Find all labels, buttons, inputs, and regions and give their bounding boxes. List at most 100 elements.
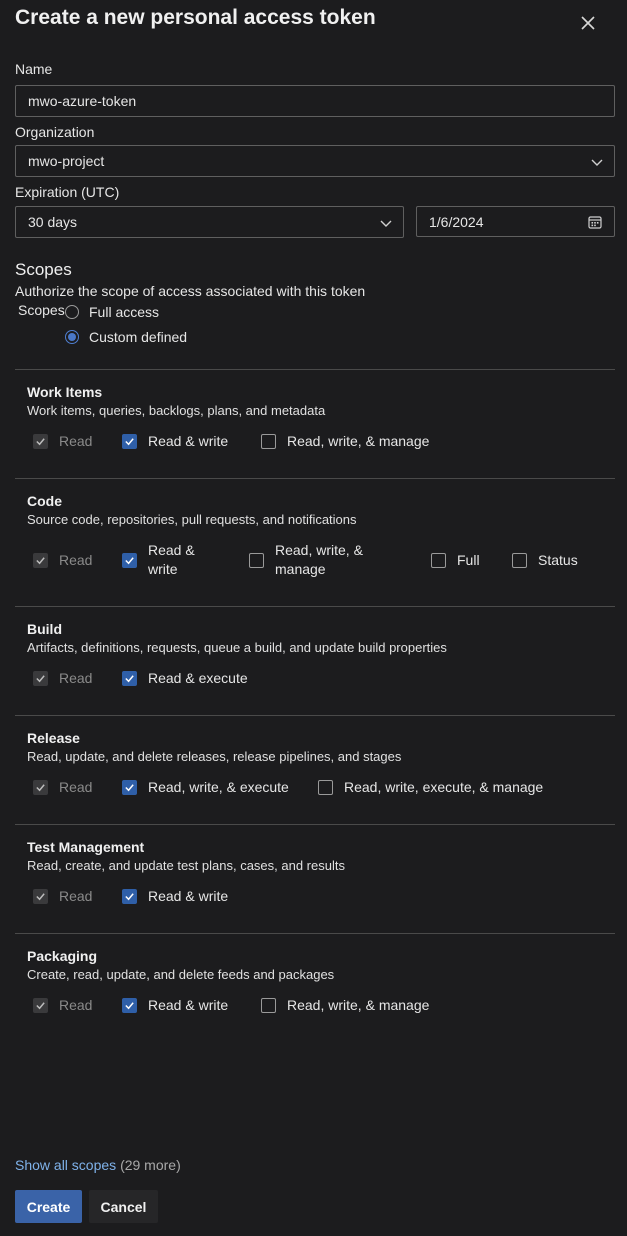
checkbox-unchecked-icon[interactable] bbox=[261, 998, 276, 1013]
custom-defined-radio[interactable]: Custom defined bbox=[65, 329, 187, 345]
create-button[interactable]: Create bbox=[15, 1190, 82, 1223]
option-label: Status bbox=[538, 552, 578, 568]
option-label-line: Read & bbox=[148, 542, 195, 558]
option-label: Read, write, & execute bbox=[148, 779, 289, 795]
checkbox-unchecked-icon[interactable] bbox=[512, 553, 527, 568]
option-label: Read, write, & manage bbox=[287, 433, 430, 449]
option-label: Read, write, & manage bbox=[275, 541, 363, 579]
organization-value: mwo-project bbox=[28, 153, 105, 169]
name-input[interactable]: mwo-azure-token bbox=[15, 85, 615, 117]
release-description: Read, update, and delete releases, relea… bbox=[27, 749, 402, 764]
packaging-read-checkbox: Read bbox=[33, 996, 92, 1015]
option-label: Read & write bbox=[148, 433, 229, 449]
name-label: Name bbox=[15, 61, 53, 77]
option-label: Read bbox=[59, 433, 93, 449]
checkbox-checked-icon[interactable] bbox=[122, 780, 137, 795]
checkbox-checked-icon bbox=[33, 553, 48, 568]
option-label-line: write bbox=[148, 561, 178, 577]
release-title: Release bbox=[27, 730, 80, 746]
dialog-title: Create a new personal access token bbox=[15, 6, 376, 29]
option-label: Read bbox=[59, 997, 93, 1013]
code-read-write-checkbox[interactable]: Read & write bbox=[122, 541, 195, 579]
option-label: Read, write, & manage bbox=[287, 997, 430, 1013]
test-read-checkbox: Read bbox=[33, 887, 92, 906]
radio-checked-icon[interactable] bbox=[65, 330, 79, 344]
option-label: Read & write bbox=[148, 997, 229, 1013]
work-items-description: Work items, queries, backlogs, plans, an… bbox=[27, 403, 326, 418]
option-label: Read & write bbox=[148, 888, 229, 904]
build-read-checkbox: Read bbox=[33, 669, 92, 688]
code-read-checkbox: Read bbox=[33, 551, 92, 570]
test-management-description: Read, create, and update test plans, cas… bbox=[27, 858, 345, 873]
expiration-label: Expiration (UTC) bbox=[15, 184, 120, 200]
checkbox-checked-icon bbox=[33, 998, 48, 1013]
scopes-radio-label: Scopes bbox=[18, 302, 65, 318]
custom-defined-label: Custom defined bbox=[89, 329, 188, 345]
chevron-down-icon bbox=[591, 159, 603, 166]
option-label: Read, write, execute, & manage bbox=[344, 779, 544, 795]
option-label: Read & execute bbox=[148, 670, 248, 686]
work-items-read-checkbox: Read bbox=[33, 432, 92, 451]
expiration-value: 30 days bbox=[28, 214, 78, 230]
radio-unchecked-icon[interactable] bbox=[65, 305, 79, 319]
checkbox-unchecked-icon[interactable] bbox=[318, 780, 333, 795]
build-read-execute-checkbox[interactable]: Read & execute bbox=[122, 669, 248, 688]
calendar-icon[interactable] bbox=[588, 215, 602, 229]
release-manage-checkbox[interactable]: Read, write, execute, & manage bbox=[318, 778, 543, 797]
section-divider bbox=[15, 606, 615, 607]
checkbox-checked-icon bbox=[33, 889, 48, 904]
expiration-date-value: 1/6/2024 bbox=[429, 214, 484, 230]
code-status-checkbox[interactable]: Status bbox=[512, 551, 578, 570]
option-label: Read & write bbox=[148, 541, 195, 579]
option-label-line: Read, write, & bbox=[275, 542, 363, 558]
cancel-button[interactable]: Cancel bbox=[89, 1190, 158, 1223]
checkbox-checked-icon[interactable] bbox=[122, 434, 137, 449]
checkbox-checked-icon[interactable] bbox=[122, 671, 137, 686]
code-manage-checkbox[interactable]: Read, write, & manage bbox=[249, 541, 363, 579]
checkbox-unchecked-icon[interactable] bbox=[431, 553, 446, 568]
option-label: Read bbox=[59, 779, 93, 795]
organization-label: Organization bbox=[15, 124, 95, 140]
packaging-manage-checkbox[interactable]: Read, write, & manage bbox=[261, 996, 429, 1015]
section-divider bbox=[15, 824, 615, 825]
work-items-read-write-checkbox[interactable]: Read & write bbox=[122, 432, 228, 451]
checkbox-checked-icon bbox=[33, 671, 48, 686]
code-full-checkbox[interactable]: Full bbox=[431, 551, 480, 570]
checkbox-unchecked-icon[interactable] bbox=[249, 552, 264, 568]
full-access-label: Full access bbox=[89, 304, 160, 320]
packaging-read-write-checkbox[interactable]: Read & write bbox=[122, 996, 228, 1015]
test-read-write-checkbox[interactable]: Read & write bbox=[122, 887, 228, 906]
checkbox-checked-icon[interactable] bbox=[122, 889, 137, 904]
option-label: Full bbox=[457, 552, 480, 568]
scopes-heading: Scopes bbox=[15, 260, 72, 279]
option-label: Read bbox=[59, 552, 93, 568]
option-label: Read bbox=[59, 888, 93, 904]
checkbox-checked-icon[interactable] bbox=[122, 998, 137, 1013]
build-description: Artifacts, definitions, requests, queue … bbox=[27, 640, 447, 655]
test-management-title: Test Management bbox=[27, 839, 145, 855]
checkbox-checked-icon bbox=[33, 780, 48, 795]
organization-select[interactable]: mwo-project bbox=[15, 145, 615, 177]
build-title: Build bbox=[27, 621, 62, 637]
checkbox-unchecked-icon[interactable] bbox=[261, 434, 276, 449]
work-items-manage-checkbox[interactable]: Read, write, & manage bbox=[261, 432, 429, 451]
more-count: (29 more) bbox=[120, 1157, 181, 1173]
release-execute-checkbox[interactable]: Read, write, & execute bbox=[122, 778, 289, 797]
close-icon[interactable] bbox=[578, 13, 598, 33]
show-all-scopes: Show all scopes (29 more) bbox=[15, 1157, 181, 1173]
release-read-checkbox: Read bbox=[33, 778, 92, 797]
expiration-select[interactable]: 30 days bbox=[15, 206, 404, 238]
show-all-scopes-link[interactable]: Show all scopes bbox=[15, 1157, 116, 1173]
chevron-down-icon bbox=[380, 220, 392, 227]
packaging-description: Create, read, update, and delete feeds a… bbox=[27, 967, 335, 982]
section-divider bbox=[15, 478, 615, 479]
full-access-radio[interactable]: Full access bbox=[65, 304, 159, 320]
checkbox-checked-icon[interactable] bbox=[122, 552, 137, 568]
packaging-title: Packaging bbox=[27, 948, 98, 964]
code-title: Code bbox=[27, 493, 62, 509]
name-value: mwo-azure-token bbox=[28, 93, 137, 109]
section-divider bbox=[15, 369, 615, 370]
section-divider bbox=[15, 933, 615, 934]
expiration-date-input[interactable]: 1/6/2024 bbox=[416, 206, 615, 237]
option-label-line: manage bbox=[275, 561, 326, 577]
